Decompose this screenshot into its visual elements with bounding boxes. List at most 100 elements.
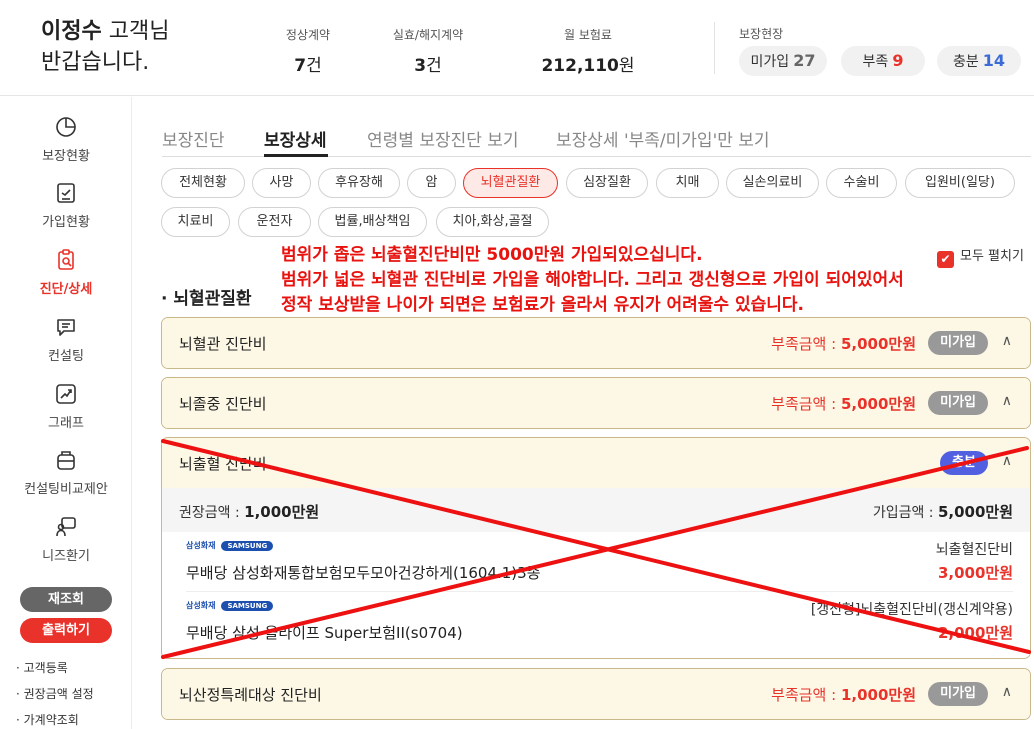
plan-name: 무배당 삼성 올라이프 Super보험II(s0704) (186, 624, 463, 642)
amount-summary: 권장금액 : 1,000만원 가입금액 : 5,000만원 (162, 488, 1030, 532)
stat-unit: 건 (426, 56, 442, 76)
customer-name: 이정수 (41, 19, 102, 44)
chip-driver[interactable]: 운전자 (238, 207, 311, 237)
link-provisional-contract[interactable]: · 가계약조회 (16, 711, 79, 728)
pill-label: 부족 (862, 54, 889, 70)
plan-name: 무배당 삼성화재통합보험모두모아건강하게(1604.1)3종 (186, 564, 541, 582)
pill-insufficient[interactable]: 부족 9 (841, 46, 925, 76)
chip-legal-liability[interactable]: 법률,배상책임 (318, 207, 427, 237)
sidebar-item-label: 그래프 (48, 416, 84, 431)
chip-disability[interactable]: 후유장해 (318, 168, 400, 198)
sidebar-item-coverage-status[interactable]: 보장현황 (0, 115, 132, 164)
chip-medical-expense[interactable]: 실손의료비 (726, 168, 819, 198)
stat-value: 7 (294, 56, 307, 76)
pie-chart-icon (56, 117, 76, 137)
pill-count: 9 (892, 51, 904, 70)
stat-unit: 원 (618, 56, 635, 76)
chip-death[interactable]: 사망 (252, 168, 311, 198)
insurer-name: 삼성화재 (186, 541, 216, 550)
sidebar-item-consulting[interactable]: 컨설팅 (0, 315, 132, 364)
plan-item[interactable]: 삼성화재 SAMSUNG 무배당 삼성 올라이프 Super보험II(s0704)… (186, 592, 1013, 652)
chip-heart[interactable]: 심장질환 (566, 168, 648, 198)
sidebar-item-subscription-status[interactable]: 가입현황 (0, 181, 132, 230)
link-customer-register[interactable]: · 고객등록 (16, 659, 68, 676)
chip-hospitalization[interactable]: 입원비(일당) (905, 168, 1015, 198)
card-title: 뇌출혈 진단비 (179, 455, 267, 473)
chip-dementia[interactable]: 치매 (656, 168, 719, 198)
coverage-card[interactable]: 뇌산정특례대상 진단비 부족금액 : 1,000만원 미가입 ∧ (161, 668, 1031, 720)
annotation-line: 정작 보상받을 나이가 되면은 보험료가 올라서 유지가 어려울수 있습니다. (281, 295, 805, 315)
status-badge: 미가입 (928, 682, 988, 706)
annotation-line: 범위가 좁은 뇌출혈진단비만 5000만원 가입되있으십니다. (281, 245, 703, 265)
brand-logo: SAMSUNG (221, 541, 274, 551)
pill-label: 미가입 (750, 54, 790, 70)
pill-count: 14 (982, 51, 1006, 70)
print-button[interactable]: 출력하기 (20, 618, 112, 643)
shortage-value: 5,000만원 (840, 395, 916, 413)
shortage-value: 5,000만원 (840, 335, 916, 353)
shortage-amount: 부족금액 : 1,000만원 (771, 684, 916, 705)
sidebar-item-label: 컨설팅비교제안 (24, 482, 108, 497)
insurer-logo: 삼성화재 SAMSUNG (186, 600, 274, 611)
plan-coverage: 뇌출혈진단비 (935, 542, 1013, 558)
plan-list: 삼성화재 SAMSUNG 무배당 삼성화재통합보험모두모아건강하게(1604.1)… (162, 532, 1030, 658)
sidebar-item-consulting-compare[interactable]: 컨설팅비교제안 (0, 448, 132, 497)
recommended-label: 권장금액 : (179, 505, 245, 521)
status-badge: 미가입 (928, 391, 988, 415)
chevron-up-icon[interactable]: ∧ (1002, 333, 1012, 349)
card-header[interactable]: 뇌졸중 진단비 부족금액 : 5,000만원 미가입 ∧ (162, 378, 1030, 428)
presenter-icon (56, 517, 76, 537)
sidebar-item-needs[interactable]: 니즈환기 (0, 515, 132, 564)
sidebar-item-label: 가입현황 (42, 215, 90, 230)
section-title: · 뇌혈관질환 (161, 289, 252, 309)
pill-count: 27 (793, 51, 816, 70)
brand-logo: SAMSUNG (221, 601, 274, 611)
card-header[interactable]: 뇌산정특례대상 진단비 부족금액 : 1,000만원 미가입 ∧ (162, 669, 1030, 719)
coverage-card-expanded[interactable]: 뇌출혈 진단비 충분 ∧ 권장금액 : 1,000만원 가입금액 : 5,000… (161, 437, 1031, 659)
active-tab-indicator (264, 154, 328, 157)
chevron-up-icon[interactable]: ∧ (1002, 393, 1012, 409)
stat-value: 212,110 (541, 56, 619, 76)
coverage-status-title: 보장현장 (739, 27, 784, 41)
chevron-up-icon[interactable]: ∧ (1002, 684, 1012, 700)
stat-label: 정상계약 (285, 28, 331, 42)
expand-all-label: 모두 펼치기 (960, 249, 1024, 264)
customer-greeting: 이정수 고객님 반갑습니다. (41, 16, 169, 78)
status-badge: 충분 (940, 451, 988, 475)
expand-all-checkbox[interactable]: ✔ 모두 펼치기 (937, 245, 1024, 268)
pill-not-joined[interactable]: 미가입 27 (739, 46, 827, 76)
stat-label: 월 보험료 (564, 28, 612, 42)
chevron-up-icon[interactable]: ∧ (1002, 453, 1012, 469)
chip-dental-burn-fracture[interactable]: 치아,화상,골절 (436, 207, 549, 237)
recommended-value: 1,000만원 (244, 503, 320, 521)
chip-cerebrovascular[interactable]: 뇌혈관질환 (463, 168, 558, 198)
chip-treatment[interactable]: 치료비 (161, 207, 230, 237)
tab-coverage-detail[interactable]: 보장상세 (264, 126, 327, 151)
coverage-card[interactable]: 뇌졸중 진단비 부족금액 : 5,000만원 미가입 ∧ (161, 377, 1031, 429)
card-header[interactable]: 뇌혈관 진단비 부족금액 : 5,000만원 미가입 ∧ (162, 318, 1030, 368)
annotation-note: 범위가 좁은 뇌출혈진단비만 5000만원 가입되있으십니다. 범위가 넓은 뇌… (281, 243, 904, 318)
tab-age-diagnosis[interactable]: 연령별 보장진단 보기 (367, 126, 519, 151)
chip-surgery[interactable]: 수술비 (826, 168, 897, 198)
tab-shortage-only[interactable]: 보장상세 '부족/미가입'만 보기 (556, 126, 770, 151)
greeting-text: 반갑습니다. (41, 50, 150, 75)
link-recommended-amount[interactable]: · 권장금액 설정 (16, 685, 94, 702)
card-header[interactable]: 뇌출혈 진단비 충분 ∧ (162, 438, 1030, 488)
chat-icon (57, 319, 75, 336)
sidebar-item-label: 진단/상세 (39, 282, 93, 297)
plan-item[interactable]: 삼성화재 SAMSUNG 무배당 삼성화재통합보험모두모아건강하게(1604.1)… (186, 532, 1013, 592)
refresh-button[interactable]: 재조회 (20, 587, 112, 612)
sidebar-item-graph[interactable]: 그래프 (0, 382, 132, 431)
pill-sufficient[interactable]: 충분 14 (937, 46, 1021, 76)
coverage-card[interactable]: 뇌혈관 진단비 부족금액 : 5,000만원 미가입 ∧ (161, 317, 1031, 369)
tab-coverage-diagnosis[interactable]: 보장진단 (162, 126, 225, 151)
header-divider (714, 22, 715, 74)
chip-overall[interactable]: 전체현황 (161, 168, 245, 198)
insurer-name: 삼성화재 (186, 601, 216, 610)
stat-lapsed-contracts: 실효/해지계약 3건 (388, 27, 468, 76)
annotation-line: 범위가 넓은 뇌혈관 진단비로 가입을 해야합니다. 그리고 갱신형으로 가입이… (281, 270, 904, 290)
shortage-amount: 부족금액 : 5,000만원 (771, 393, 916, 414)
chip-cancer[interactable]: 암 (407, 168, 456, 198)
sidebar-item-diagnosis-detail[interactable]: 진단/상세 (0, 248, 132, 297)
stat-value: 3 (414, 56, 427, 76)
